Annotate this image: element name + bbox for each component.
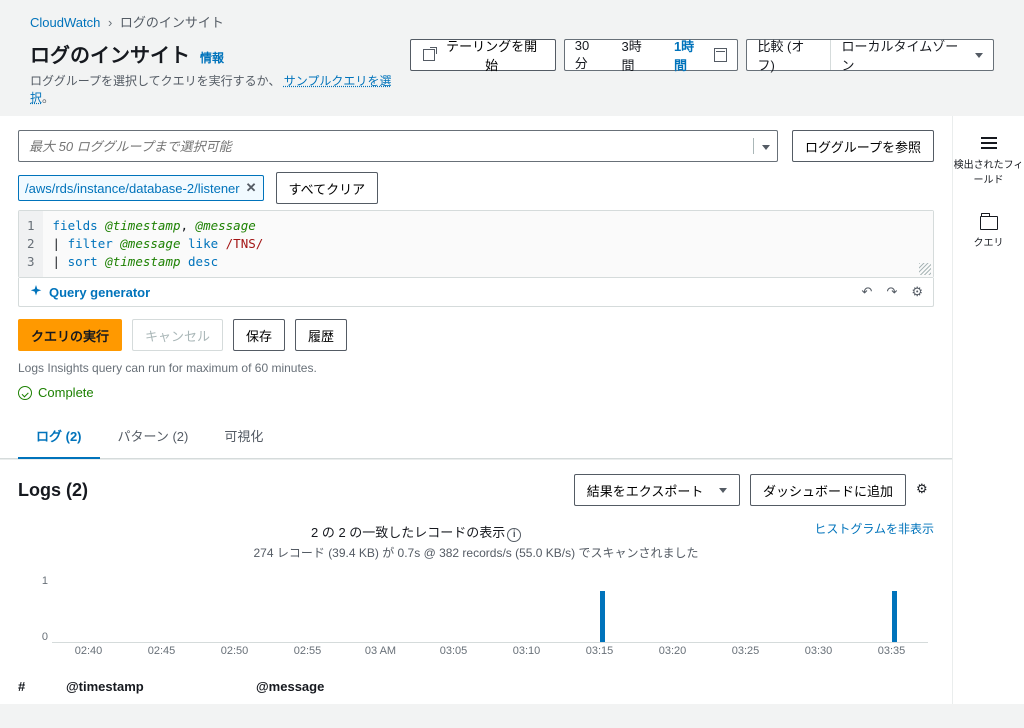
chevron-down-icon (753, 138, 770, 154)
cancel-button: キャンセル (132, 319, 223, 351)
result-tabs: ログ (2) パターン (2) 可視化 (0, 414, 952, 459)
browse-loggroups-button[interactable]: ロググループを参照 (792, 130, 934, 162)
runtime-hint: Logs Insights query can run for maximum … (18, 361, 934, 375)
stats-sub: 274 レコード (39.4 KB) が 0.7s @ 382 records/… (18, 544, 934, 561)
breadcrumb: CloudWatch › ログのインサイト (0, 0, 1024, 39)
status-row: Complete (18, 385, 934, 400)
results-table-header: # @timestamp @message (0, 669, 952, 704)
breadcrumb-root[interactable]: CloudWatch (30, 15, 100, 30)
chart-y-axis: 10 (24, 573, 52, 643)
compare-toggle[interactable]: 比較 (オフ) (747, 40, 830, 70)
gear-icon[interactable]: ⚙ (916, 481, 934, 499)
redo-icon[interactable]: ↷ (886, 284, 897, 300)
histogram-chart: 10 02:4002:4502:5002:5503 AM03:0503:1003… (24, 573, 928, 663)
folder-icon (980, 216, 998, 230)
sidebar-detected-fields[interactable]: 検出されたフィールド (953, 134, 1024, 186)
save-button[interactable]: 保存 (233, 319, 285, 351)
editor-code[interactable]: fields @timestamp, @message | filter @me… (43, 211, 933, 277)
loggroup-select[interactable] (18, 130, 778, 162)
info-link[interactable]: 情報 (200, 49, 224, 66)
compare-timezone-segment: 比較 (オフ) ローカルタイムゾーン (746, 39, 994, 71)
timezone-select[interactable]: ローカルタイムゾーン (831, 40, 993, 70)
chart-plot (52, 573, 928, 643)
undo-icon[interactable]: ↶ (862, 284, 873, 300)
page-title: ログのインサイト (30, 39, 190, 68)
query-editor[interactable]: 1 2 3 fields @timestamp, @message | filt… (18, 210, 934, 278)
chevron-down-icon (975, 53, 983, 58)
loggroup-input[interactable] (18, 130, 778, 162)
remove-tag-icon[interactable]: ✕ (246, 180, 257, 196)
resize-handle[interactable] (919, 263, 931, 275)
sparkle-icon (29, 285, 43, 299)
editor-gutter: 1 2 3 (19, 211, 43, 277)
start-tailing-button[interactable]: テーリングを開始 (410, 39, 556, 71)
hide-histogram-link[interactable]: ヒストグラムを非表示 (814, 520, 934, 537)
status-text: Complete (38, 385, 94, 400)
range-3h[interactable]: 3時間 (612, 40, 664, 70)
tab-patterns[interactable]: パターン (2) (100, 414, 207, 459)
chevron-down-icon (719, 488, 727, 493)
chart-x-axis: 02:4002:4502:5002:5503 AM03:0503:1003:15… (52, 645, 928, 663)
breadcrumb-current: ログのインサイト (120, 15, 224, 30)
settings-icon[interactable]: ⚙ (911, 284, 923, 300)
export-results-button[interactable]: 結果をエクスポート (574, 474, 740, 506)
info-icon[interactable]: i (507, 528, 521, 542)
external-icon (423, 49, 435, 61)
range-30m[interactable]: 30分 (565, 40, 612, 70)
run-query-button[interactable]: クエリの実行 (18, 319, 122, 351)
tab-logs[interactable]: ログ (2) (18, 414, 100, 459)
chevron-right-icon: › (108, 15, 112, 30)
col-message: @message (256, 679, 934, 694)
query-generator-button[interactable]: Query generator (29, 285, 150, 300)
range-1h[interactable]: 1時間 (664, 40, 738, 70)
stats-main: 2 の 2 の一致したレコードの表示i (18, 522, 934, 542)
tab-visualize[interactable]: 可視化 (206, 414, 281, 459)
page-subtitle: ロググループを選択してクエリを実行するか、 サンプルクエリを選択。 (30, 72, 410, 106)
check-icon (18, 386, 32, 400)
time-range-segment: 30分 3時間 1時間 (564, 39, 739, 71)
loggroup-tag: /aws/rds/instance/database-2/listener ✕ (18, 175, 264, 201)
col-index: # (18, 679, 66, 694)
col-timestamp: @timestamp (66, 679, 256, 694)
history-button[interactable]: 履歴 (295, 319, 347, 351)
sidebar-queries[interactable]: クエリ (974, 216, 1004, 249)
results-title: Logs (2) (18, 480, 88, 501)
hamburger-icon (981, 134, 997, 152)
clear-all-button[interactable]: すべてクリア (276, 172, 379, 204)
add-to-dashboard-button[interactable]: ダッシュボードに追加 (750, 474, 906, 506)
calendar-icon (714, 48, 728, 62)
